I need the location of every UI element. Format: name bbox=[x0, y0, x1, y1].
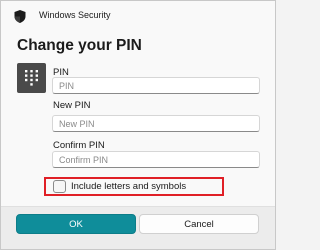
cancel-button[interactable]: Cancel bbox=[139, 214, 259, 234]
page-title: Change your PIN bbox=[17, 37, 142, 54]
include-letters-checkbox[interactable] bbox=[53, 180, 66, 193]
new-pin-input[interactable] bbox=[52, 115, 260, 132]
confirm-pin-input[interactable] bbox=[52, 151, 260, 168]
new-pin-label: New PIN bbox=[53, 100, 91, 111]
ok-button[interactable]: OK bbox=[16, 214, 136, 234]
keypad-icon bbox=[17, 63, 46, 93]
windows-security-dialog: Windows Security Change your PIN PIN New… bbox=[0, 0, 276, 250]
pin-input[interactable] bbox=[52, 77, 260, 94]
include-letters-label[interactable]: Include letters and symbols bbox=[71, 181, 186, 192]
title-bar: Windows Security bbox=[1, 1, 275, 31]
confirm-pin-label: Confirm PIN bbox=[53, 140, 105, 151]
shield-icon bbox=[14, 10, 26, 23]
window-title: Windows Security bbox=[39, 10, 111, 20]
